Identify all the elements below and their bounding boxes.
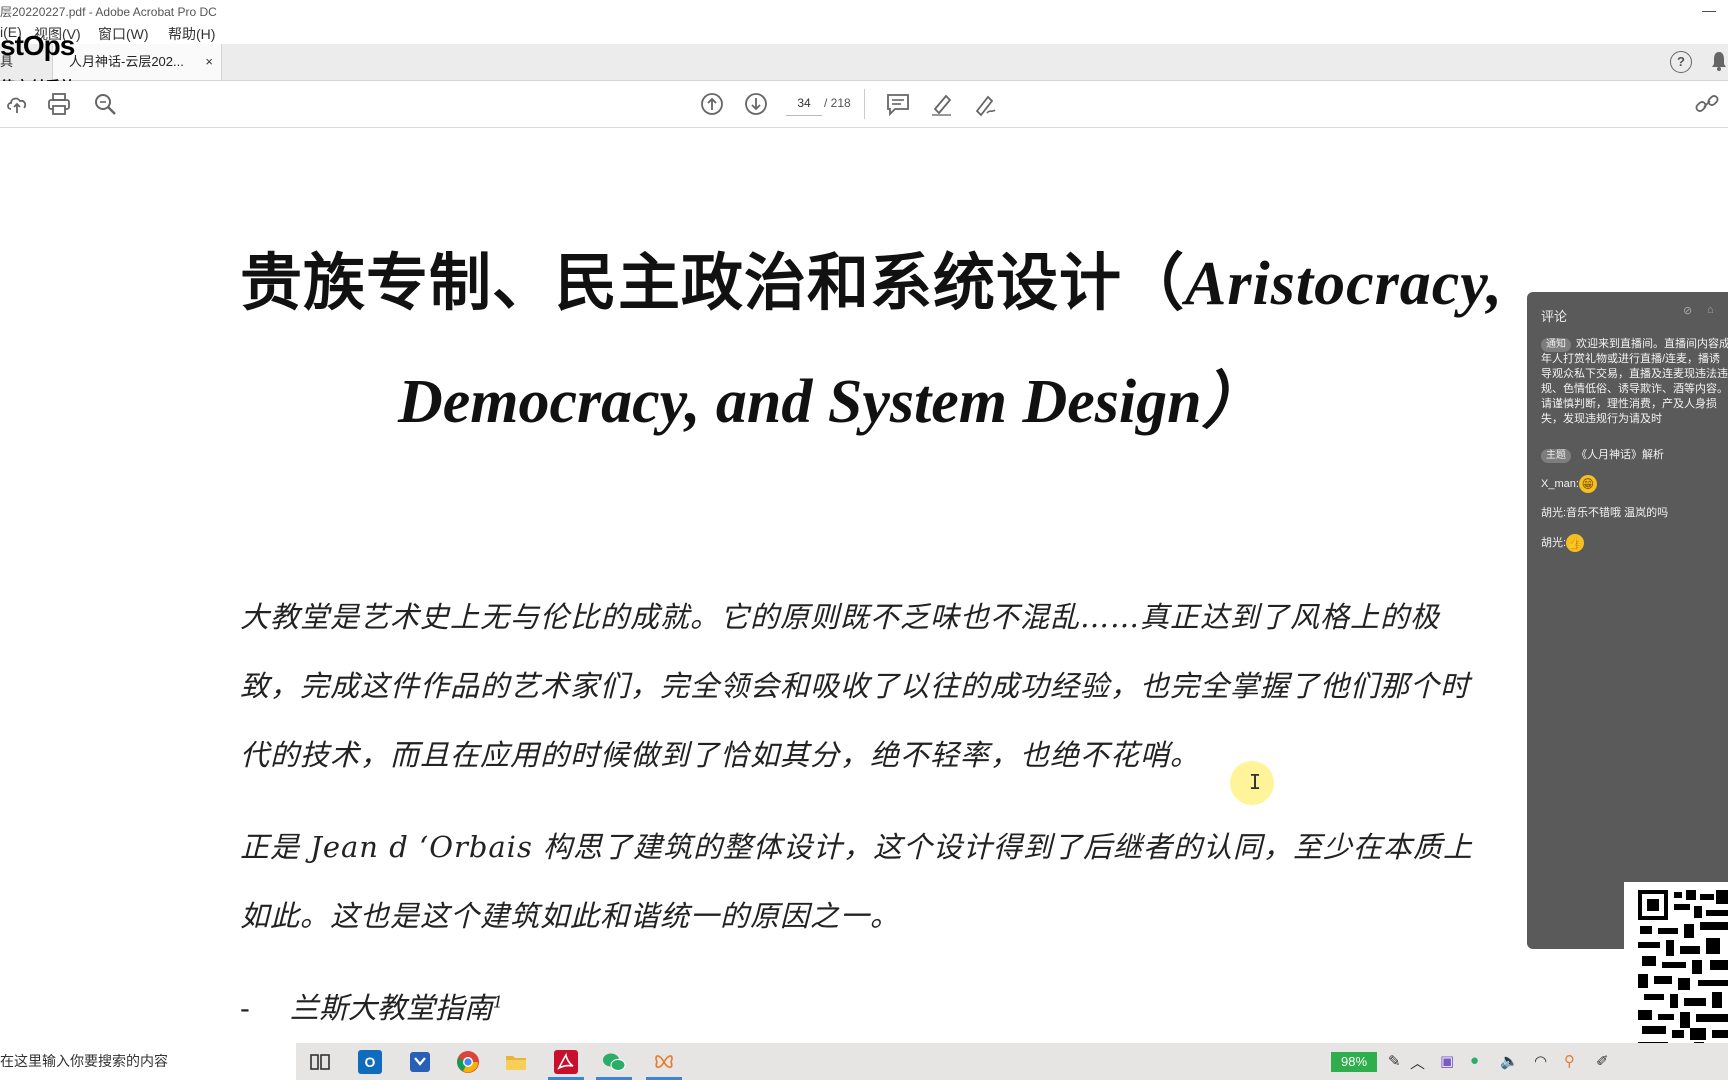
text-cursor-icon: I	[1249, 770, 1262, 794]
share-link-icon[interactable]	[1694, 91, 1720, 117]
chat-message-text: 胡光:音乐不错哦 温岚的吗	[1541, 507, 1669, 519]
window-title: 层20220227.pdf - Adobe Acrobat Pro DC	[0, 5, 217, 19]
acrobat-icon[interactable]	[554, 1050, 578, 1074]
notice-message: 通知 欢迎来到直播间。直播间内容成年人打赏礼物或进行直播/连麦，播诱导观众私下交易…	[1541, 337, 1728, 427]
chapter-title-line2: Democracy, and System Design）	[398, 368, 1264, 436]
task-view-icon[interactable]	[308, 1050, 332, 1074]
notice-text: 欢迎来到直播间。直播间内容成年人打赏礼物或进行直播/连麦，播诱导观众私下交易，直…	[1541, 338, 1728, 425]
zoom-icon[interactable]	[92, 91, 118, 117]
app-butterfly-icon[interactable]	[652, 1050, 676, 1074]
chat-message: 胡光: 👍	[1541, 534, 1728, 552]
chapter-title-line1: 贵族专制、民主政治和系统设计（Aristocracy,	[240, 232, 1503, 322]
live-comments-panel: 评论 ⊘ ⌂ 通知 欢迎来到直播间。直播间内容成年人打赏礼物或进行直播/连麦，播诱…	[1527, 292, 1728, 949]
toolbar-separator	[864, 89, 865, 119]
outlook-icon[interactable]: O	[358, 1050, 382, 1074]
topic-badge: 主题	[1541, 449, 1571, 463]
thumbs-up-emoji-icon: 👍	[1566, 534, 1585, 552]
highlight-icon[interactable]	[929, 91, 955, 117]
lock-icon[interactable]: ⌂	[1707, 304, 1714, 316]
wechat-tray-icon[interactable]: ●	[1470, 1052, 1479, 1069]
overlay-title: stOps	[0, 30, 75, 61]
topic-message: 主题 《人月神话》解析	[1541, 448, 1728, 463]
epigraph-paragraph-1: 大教堂是艺术史上无与伦比的成就。它的原则既不乏味也不混乱……真正达到了风格上的极…	[240, 600, 1471, 772]
upload-icon[interactable]	[4, 91, 30, 117]
chrome-icon[interactable]	[456, 1050, 480, 1074]
window-titlebar: 层20220227.pdf - Adobe Acrobat Pro DC —	[0, 0, 1728, 22]
file-explorer-icon[interactable]	[504, 1050, 528, 1074]
page-number-input[interactable]: 34	[786, 91, 822, 116]
tray-app-icon[interactable]: ▣	[1440, 1052, 1454, 1070]
footnote-marker[interactable]: 1	[493, 992, 503, 1011]
epigraph-dash: -	[240, 991, 250, 1025]
comments-header: 评论	[1541, 309, 1568, 324]
epigraph-source: - 兰斯大教堂指南1	[240, 985, 503, 1027]
wechat-icon[interactable]	[602, 1050, 626, 1074]
pen-icon[interactable]: ✎	[1388, 1052, 1401, 1070]
pen-tray-icon[interactable]: ✐	[1596, 1052, 1609, 1070]
tab-bar: 具 人月神话-云层202... × ?	[0, 44, 1728, 81]
tab-document[interactable]: 人月神话-云层202... ×	[52, 44, 222, 80]
prev-page-icon[interactable]	[699, 91, 725, 117]
help-icon[interactable]: ?	[1670, 51, 1692, 73]
chapter-title-cn: 贵族专制、民主政治和系统设计（	[240, 246, 1186, 319]
hide-icon[interactable]: ⊘	[1683, 304, 1692, 317]
taskbar: 在这里输入你要搜索的内容 O 98% ✎ ︿ ▣ ● 🔈 ◠ ⚲ ✐	[0, 1043, 1728, 1080]
search-tray-icon[interactable]: ⚲	[1564, 1052, 1575, 1070]
chat-message-text: X_man:	[1541, 477, 1579, 490]
close-icon[interactable]: ×	[205, 44, 213, 80]
print-icon[interactable]	[46, 91, 72, 117]
battery-indicator[interactable]: 98%	[1331, 1052, 1377, 1072]
next-page-icon[interactable]	[743, 91, 769, 117]
sign-icon[interactable]	[973, 91, 999, 117]
bell-icon[interactable]	[1710, 50, 1728, 72]
menu-bar: i(E) 视图(V) 窗口(W) 帮助(H)	[0, 22, 1728, 44]
topic-text: 《人月神话》解析	[1576, 449, 1664, 461]
tab-document-label: 人月神话-云层202...	[69, 54, 184, 69]
wifi-icon[interactable]: ◠	[1534, 1052, 1547, 1070]
minimize-button[interactable]: —	[1702, 2, 1716, 18]
taskbar-search-input[interactable]: 在这里输入你要搜索的内容	[0, 1043, 296, 1080]
download-app-icon[interactable]	[408, 1050, 432, 1074]
notice-badge: 通知	[1541, 338, 1571, 352]
epigraph-source-text: 兰斯大教堂指南	[289, 991, 493, 1025]
page-total: / 218	[824, 96, 851, 110]
chat-message-text: 胡光:	[1541, 536, 1567, 549]
chat-message: 胡光:音乐不错哦 温岚的吗	[1541, 506, 1728, 521]
chat-message: X_man: 😁	[1541, 475, 1728, 493]
menu-help[interactable]: 帮助(H)	[168, 24, 215, 44]
epigraph-paragraph-2: 正是 Jean d ‘Orbais 构思了建筑的整体设计，这个设计得到了后继者的…	[240, 830, 1474, 933]
comment-icon[interactable]	[885, 91, 911, 117]
show-hidden-icons-chevron-icon[interactable]: ︿	[1410, 1052, 1425, 1073]
chapter-title-en1: Aristocracy,	[1185, 250, 1503, 318]
grin-emoji-icon: 😁	[1578, 475, 1597, 493]
volume-icon[interactable]: 🔈	[1500, 1052, 1519, 1070]
toolbar: 34 / 218	[0, 81, 1728, 128]
menu-window[interactable]: 窗口(W)	[98, 24, 149, 44]
